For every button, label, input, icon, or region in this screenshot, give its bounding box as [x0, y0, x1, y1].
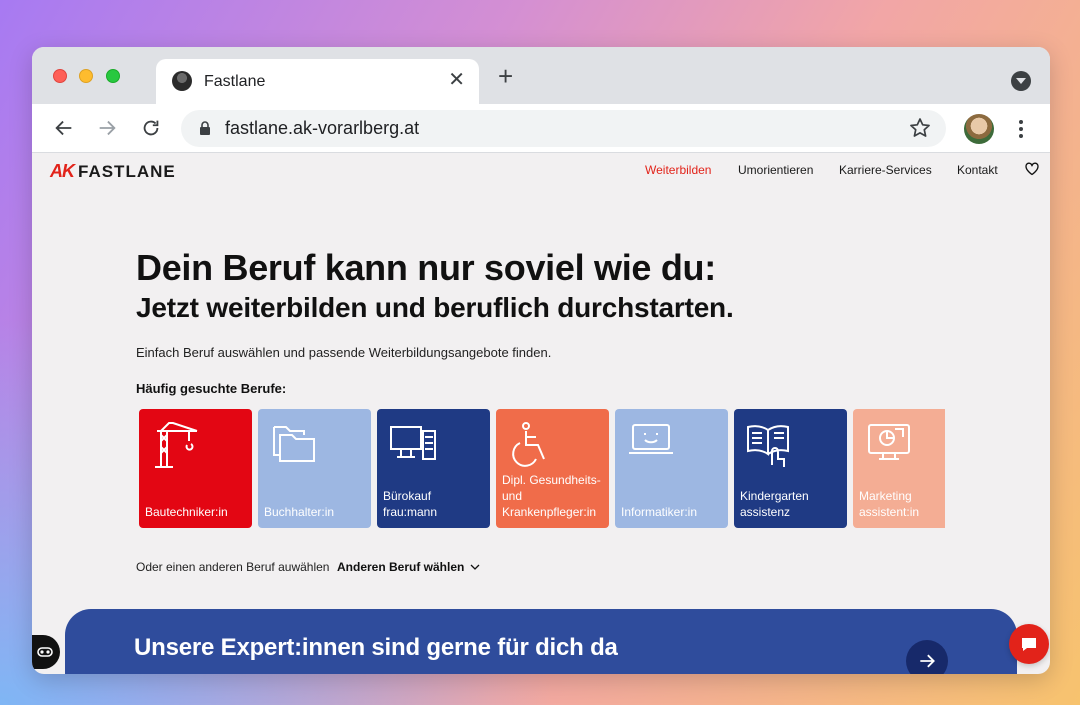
computer-icon	[389, 421, 437, 470]
other-job-text: Oder einen anderen Beruf auwählen	[136, 560, 330, 574]
other-job-dropdown[interactable]: Anderen Beruf wählen	[337, 560, 480, 574]
crane-icon	[151, 421, 199, 474]
experts-banner: Unsere Expert:innen sind gerne für dich …	[65, 609, 1017, 674]
logo-mark: AK	[50, 161, 75, 181]
site-logo[interactable]: AK FASTLANE	[50, 161, 176, 182]
arrow-right-icon[interactable]	[906, 640, 948, 674]
job-card-list: Bautechniker:in Buchhalter:in Bürokauf f…	[139, 409, 945, 528]
job-card-label: Bautechniker:in	[145, 505, 228, 519]
browser-window: Fastlane ✕ + fastlane.ak-vorarlberg.at A…	[32, 47, 1050, 674]
nav-weiterbilden[interactable]: Weiterbilden	[645, 163, 711, 177]
experts-banner-text: Unsere Expert:innen sind gerne für dich …	[134, 634, 618, 661]
tab-strip: Fastlane ✕ +	[32, 47, 1050, 104]
url-text: fastlane.ak-vorarlberg.at	[225, 118, 420, 138]
hero-lead: Einfach Beruf auswählen und passende Wei…	[136, 345, 552, 360]
tab-title: Fastlane	[204, 73, 266, 90]
job-card[interactable]: Kindergarten assistenz	[734, 409, 847, 528]
job-card[interactable]: Marketing assistent:in	[853, 409, 945, 528]
monitor-chart-icon	[865, 421, 913, 470]
forward-icon[interactable]	[93, 114, 121, 142]
book-hand-icon	[746, 421, 794, 474]
chat-icon[interactable]	[1009, 624, 1049, 664]
folder-icon	[270, 421, 318, 470]
maximize-window-button[interactable]	[106, 69, 120, 83]
hero-subtitle: Jetzt weiterbilden und beruflich durchst…	[136, 292, 734, 323]
job-card-label: Kindergarten assistenz	[740, 489, 809, 519]
tab-search-button[interactable]	[1011, 71, 1031, 91]
close-window-button[interactable]	[53, 69, 67, 83]
browser-menu-icon[interactable]	[1010, 118, 1032, 140]
favorites-heart-icon[interactable]	[1024, 161, 1040, 181]
job-card[interactable]: Buchhalter:in	[258, 409, 371, 528]
tab-fastlane[interactable]: Fastlane ✕	[156, 59, 479, 104]
nav-kontakt[interactable]: Kontakt	[957, 163, 998, 177]
nav-karriere-services[interactable]: Karriere-Services	[839, 163, 932, 177]
job-card[interactable]: Informatiker:in	[615, 409, 728, 528]
job-card[interactable]: Dipl. Gesundheits- und Krankenpfleger:in	[496, 409, 609, 528]
hero-title: Dein Beruf kann nur soviel wie du:	[136, 247, 716, 288]
back-icon[interactable]	[50, 114, 78, 142]
nav-umorientieren[interactable]: Umorientieren	[738, 163, 813, 177]
job-card-label: Informatiker:in	[621, 505, 698, 519]
tab-close-icon[interactable]: ✕	[448, 69, 465, 91]
new-tab-button[interactable]: +	[498, 63, 513, 89]
address-bar[interactable]: fastlane.ak-vorarlberg.at	[181, 110, 946, 147]
chevron-down-icon	[470, 564, 480, 570]
favicon-icon	[172, 71, 192, 91]
laptop-smile-icon	[627, 421, 675, 466]
logo-text: FASTLANE	[78, 161, 176, 181]
job-card-label: Buchhalter:in	[264, 505, 335, 519]
job-card-label: Marketing assistent:in	[859, 489, 920, 519]
site-header: AK FASTLANE Weiterbilden Umorientieren K…	[32, 153, 1050, 187]
minimize-window-button[interactable]	[79, 69, 93, 83]
profile-avatar[interactable]	[964, 114, 994, 144]
popular-jobs-heading: Häufig gesuchte Berufe:	[136, 381, 287, 396]
job-card-label: Dipl. Gesundheits- und Krankenpfleger:in	[502, 473, 601, 519]
job-card-label: Bürokauf frau:mann	[383, 489, 438, 519]
other-job-dropdown-label: Anderen Beruf wählen	[337, 560, 465, 574]
job-card[interactable]: Bürokauf frau:mann	[377, 409, 490, 528]
job-card[interactable]: Bautechniker:in	[139, 409, 252, 528]
lock-icon	[199, 121, 211, 141]
browser-toolbar: fastlane.ak-vorarlberg.at	[32, 104, 1050, 153]
cookie-settings-icon[interactable]	[32, 635, 60, 669]
wheelchair-icon	[508, 421, 552, 474]
bookmark-star-icon[interactable]	[908, 116, 932, 145]
reload-icon[interactable]	[137, 114, 165, 142]
